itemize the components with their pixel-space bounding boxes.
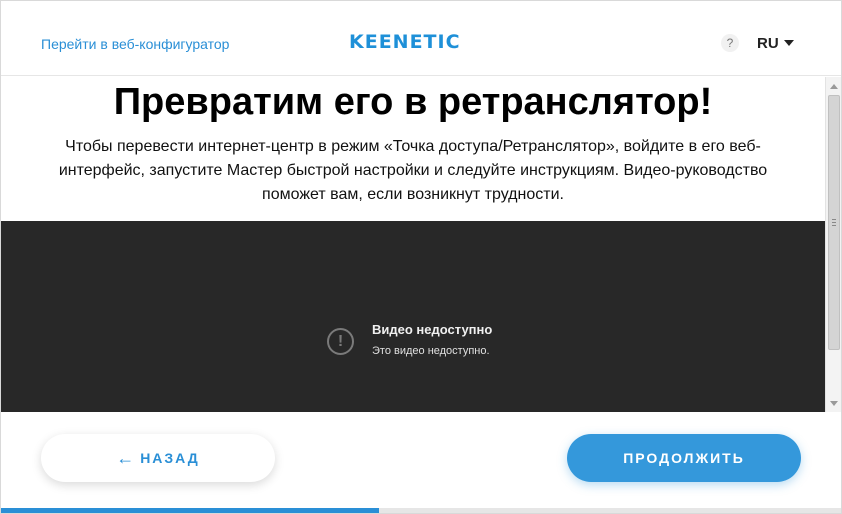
grip-icon (832, 219, 836, 226)
progress-bar (1, 508, 841, 513)
caret-down-icon (783, 40, 794, 46)
language-selector[interactable]: RU (757, 35, 794, 52)
header: Перейти в веб-конфигуратор KEENETIC ? RU (1, 1, 841, 76)
vertical-scrollbar[interactable] (825, 77, 841, 412)
help-icon[interactable]: ? (721, 34, 739, 52)
content-area: Превратим его в ретранслятор! Чтобы пере… (1, 77, 825, 412)
continue-button[interactable]: ПРОДОЛЖИТЬ (567, 434, 801, 482)
page-description: Чтобы перевести интернет-центр в режим «… (58, 138, 768, 203)
keenetic-logo: KEENETIC (349, 31, 461, 53)
scroll-up-arrow-icon[interactable] (830, 84, 838, 89)
wizard-window: Перейти в веб-конфигуратор KEENETIC ? RU… (0, 0, 842, 514)
scrollbar-thumb[interactable] (828, 95, 840, 350)
video-unavailable-title: Видео недоступно (372, 322, 493, 337)
footer: ← НАЗАД ПРОДОЛЖИТЬ (1, 413, 841, 509)
video-player[interactable]: ! Видео недоступно Это видео недоступно. (1, 221, 825, 412)
back-button[interactable]: ← НАЗАД (41, 434, 275, 482)
web-configurator-link[interactable]: Перейти в веб-конфигуратор (41, 36, 229, 52)
language-label: RU (757, 35, 779, 52)
scroll-down-arrow-icon[interactable] (830, 401, 838, 406)
video-unavailable-subtitle: Это видео недоступно. (372, 345, 490, 357)
back-button-label: НАЗАД (140, 450, 200, 466)
alert-icon: ! (327, 328, 354, 355)
arrow-left-icon: ← (116, 448, 135, 468)
progress-bar-fill (1, 508, 379, 513)
page-title: Превратим его в ретранслятор! (113, 81, 713, 123)
